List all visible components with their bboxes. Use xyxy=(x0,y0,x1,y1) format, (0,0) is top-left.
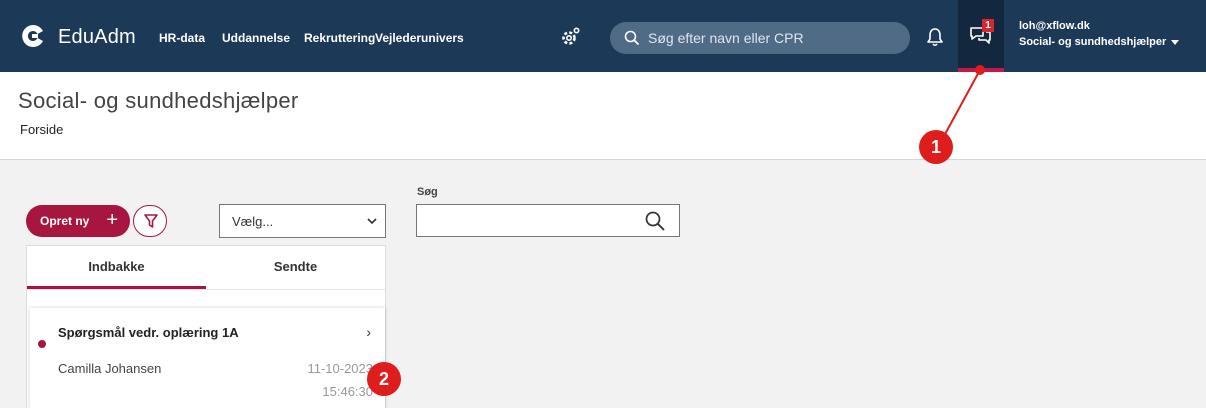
annotation-marker-1: 1 xyxy=(919,130,953,164)
annotation-marker-2: 2 xyxy=(367,362,401,396)
annotation-connector xyxy=(943,65,985,137)
